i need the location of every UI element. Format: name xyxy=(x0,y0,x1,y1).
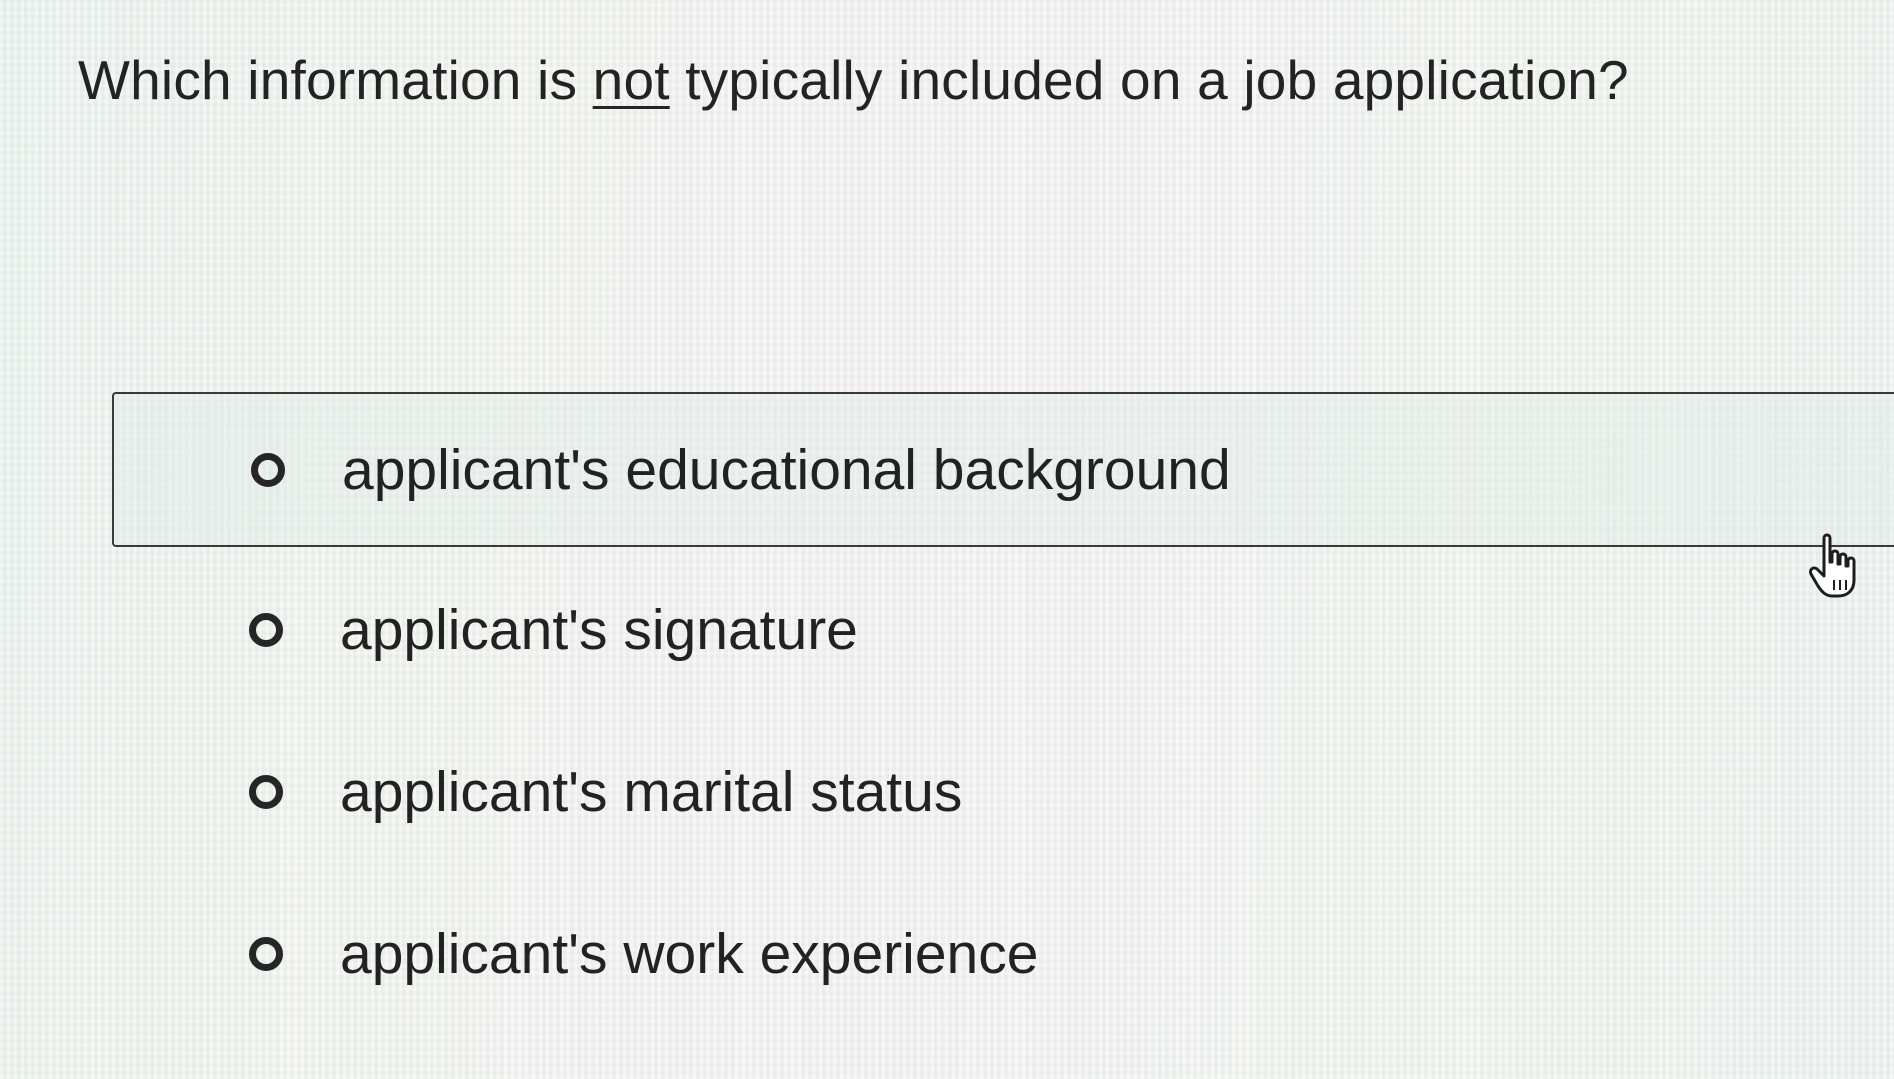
answer-option-label: applicant's work experience xyxy=(340,922,1039,986)
answer-option-2[interactable]: applicant's signature xyxy=(112,590,1894,670)
radio-button-icon[interactable] xyxy=(249,937,283,971)
answer-option-label: applicant's marital status xyxy=(340,760,963,824)
question-text-after: typically included on a job application? xyxy=(669,49,1629,111)
question-text-before: Which information is xyxy=(78,49,593,111)
question-text: Which information is not typically inclu… xyxy=(78,48,1629,112)
answer-option-label: applicant's educational background xyxy=(342,437,1231,502)
radio-button-icon[interactable] xyxy=(251,452,285,487)
question-emphasis: not xyxy=(592,49,670,111)
answer-option-label: applicant's signature xyxy=(340,598,858,662)
answer-option-1[interactable]: applicant's educational background xyxy=(112,392,1894,547)
radio-button-icon[interactable] xyxy=(249,775,283,809)
answer-option-4[interactable]: applicant's work experience xyxy=(112,914,1894,994)
answer-option-3[interactable]: applicant's marital status xyxy=(112,752,1894,832)
hand-pointer-icon xyxy=(1809,533,1856,598)
radio-button-icon[interactable] xyxy=(249,613,283,647)
